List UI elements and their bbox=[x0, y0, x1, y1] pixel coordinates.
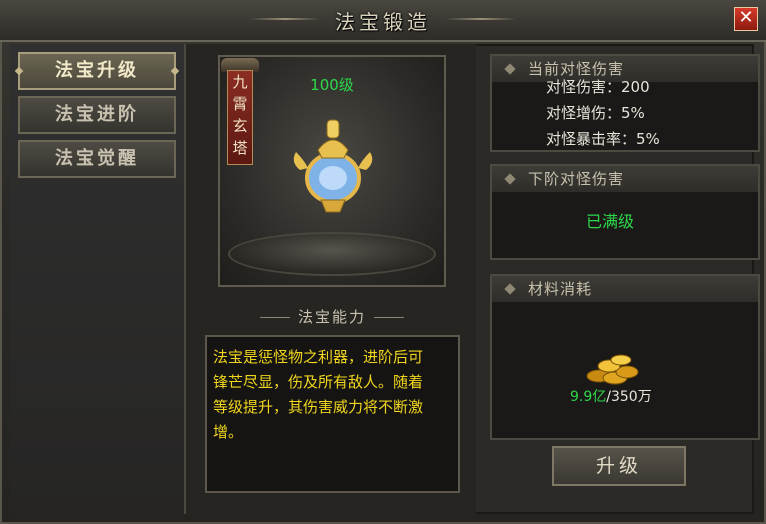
stat-damage: 对怪伤害：200 bbox=[546, 78, 650, 96]
upgrade-button[interactable]: 升级 bbox=[552, 446, 686, 486]
tab-ornament-icon bbox=[170, 66, 180, 76]
title-divider bbox=[374, 317, 404, 318]
artifact-name-banner: 九 霄 玄 塔 bbox=[227, 70, 253, 165]
diamond-icon bbox=[504, 173, 516, 185]
materials-title: 材料消耗 bbox=[528, 280, 593, 298]
description-line: 锋芒尽显，伤及所有敌人。随着 bbox=[213, 373, 424, 391]
artifact-vase-icon bbox=[293, 119, 373, 213]
gold-coins-icon bbox=[586, 354, 639, 385]
tab-artifact-upgrade[interactable]: 法宝升级 bbox=[14, 52, 180, 90]
window-title: 法宝锻造 bbox=[335, 10, 431, 34]
stat-damage-bonus: 对怪增伤：5% bbox=[546, 104, 645, 122]
description-line: 法宝是惩怪物之利器，进阶后可 bbox=[213, 348, 424, 366]
tab-artifact-awaken[interactable]: 法宝觉醒 bbox=[18, 140, 176, 178]
required-gold: /350万 bbox=[606, 389, 652, 405]
stat-crit-rate: 对怪暴击率：5% bbox=[546, 130, 660, 148]
next-damage-header: 下阶对怪伤害 bbox=[492, 166, 758, 192]
max-level-status: 已满级 bbox=[586, 212, 635, 231]
title-bar: 法宝锻造 ✕ bbox=[0, 0, 766, 42]
tab-artifact-advance[interactable]: 法宝进阶 bbox=[18, 96, 176, 134]
ability-description: 法宝是惩怪物之利器，进阶后可 锋芒尽显，伤及所有敌人。随着 等级提升，其伤害威力… bbox=[205, 335, 460, 493]
title-divider bbox=[259, 317, 290, 318]
ability-title-text: 法宝能力 bbox=[297, 308, 366, 326]
materials-header: 材料消耗 bbox=[492, 276, 758, 302]
tab-label: 法宝觉醒 bbox=[55, 148, 139, 169]
next-damage-title: 下阶对怪伤害 bbox=[528, 170, 625, 188]
tab-label: 法宝进阶 bbox=[55, 104, 139, 125]
material-cost: 9.9亿/350万 bbox=[570, 386, 652, 406]
description-line: 增。 bbox=[213, 423, 244, 441]
banner-char: 九 bbox=[232, 73, 248, 91]
diamond-icon bbox=[504, 63, 516, 75]
description-line: 等级提升，其伤害威力将不断激 bbox=[213, 398, 424, 416]
banner-char: 塔 bbox=[232, 139, 248, 157]
owned-gold: 9.9亿 bbox=[570, 389, 607, 405]
tab-label: 法宝升级 bbox=[55, 60, 139, 81]
tab-ornament-icon bbox=[14, 66, 24, 76]
banner-char: 霄 bbox=[232, 95, 248, 113]
close-icon: ✕ bbox=[738, 7, 754, 28]
sidebar: 法宝升级 法宝进阶 法宝觉醒 bbox=[10, 44, 186, 514]
artifact-level: 100级 bbox=[310, 76, 354, 94]
diamond-icon bbox=[504, 283, 516, 295]
title-ornament-right bbox=[446, 18, 516, 20]
banner-char: 玄 bbox=[232, 117, 248, 135]
pedestal-image bbox=[228, 232, 436, 276]
ability-section-title: 法宝能力 bbox=[246, 306, 418, 327]
close-button[interactable]: ✕ bbox=[734, 7, 758, 31]
